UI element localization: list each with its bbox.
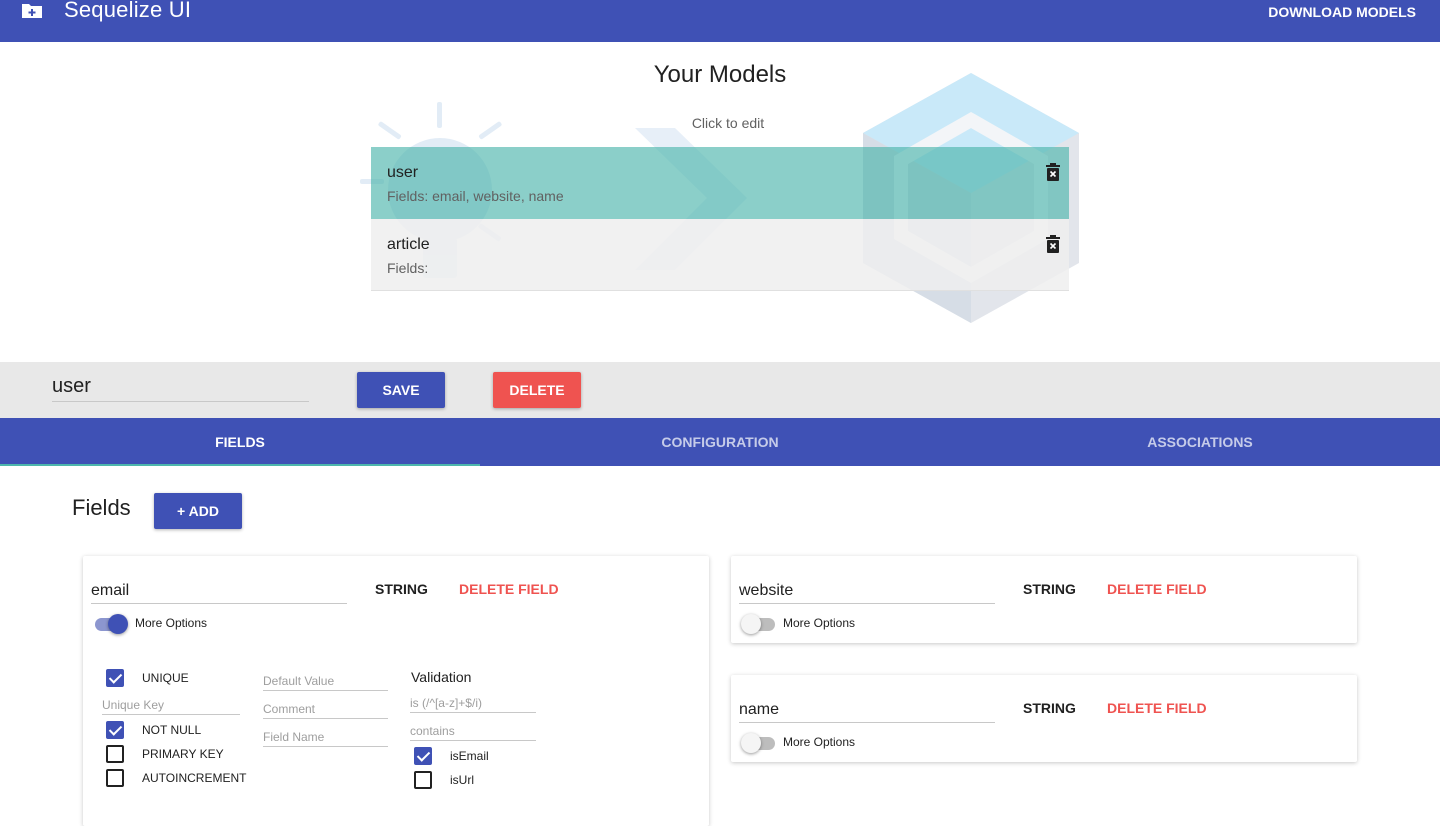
- field-card-website: STRING DELETE FIELD More Options: [731, 556, 1357, 643]
- tab-bar: FIELDS CONFIGURATION ASSOCIATIONS: [0, 418, 1440, 466]
- field-type-select[interactable]: STRING: [375, 581, 428, 597]
- is-email-label: isEmail: [450, 749, 489, 763]
- delete-field-button[interactable]: DELETE FIELD: [459, 581, 559, 597]
- app-title: Sequelize UI: [64, 0, 192, 22]
- model-name-input[interactable]: [52, 372, 309, 402]
- toggle-knob: [741, 733, 761, 753]
- model-item-name: user: [387, 164, 419, 181]
- model-item-name: article: [387, 236, 430, 253]
- toggle-knob: [741, 614, 761, 634]
- more-options-label: More Options: [783, 616, 856, 630]
- unique-label: UNIQUE: [142, 671, 189, 685]
- field-card-name: STRING DELETE FIELD More Options: [731, 675, 1357, 762]
- not-null-label: NOT NULL: [142, 723, 202, 737]
- field-name-input[interactable]: [739, 578, 995, 604]
- is-url-checkbox[interactable]: [414, 771, 432, 789]
- model-edit-bar: SAVE DELETE: [0, 362, 1440, 418]
- add-field-button[interactable]: + ADD: [154, 493, 242, 529]
- tab-configuration[interactable]: CONFIGURATION: [480, 418, 960, 466]
- primary-key-label: PRIMARY KEY: [142, 747, 224, 761]
- delete-field-button[interactable]: DELETE FIELD: [1107, 581, 1207, 597]
- tab-fields[interactable]: FIELDS: [0, 418, 480, 466]
- more-options-label: More Options: [783, 735, 856, 749]
- not-null-checkbox[interactable]: [106, 721, 124, 739]
- tab-associations[interactable]: ASSOCIATIONS: [960, 418, 1440, 466]
- validation-is-input[interactable]: [410, 693, 536, 713]
- field-type-select[interactable]: STRING: [1023, 700, 1076, 716]
- validation-contains-input[interactable]: [410, 721, 536, 741]
- more-options-toggle[interactable]: [741, 614, 777, 634]
- models-heading: Your Models: [653, 61, 787, 88]
- delete-field-button[interactable]: DELETE FIELD: [1107, 700, 1207, 716]
- model-item-article[interactable]: article Fields:: [371, 219, 1069, 291]
- is-email-checkbox[interactable]: [414, 747, 432, 765]
- fields-title: Fields: [72, 495, 131, 520]
- folder-plus-icon[interactable]: [21, 3, 43, 19]
- more-options-toggle[interactable]: [93, 614, 129, 634]
- model-item-user[interactable]: user Fields: email, website, name: [371, 147, 1069, 219]
- model-list: user Fields: email, website, name articl…: [371, 147, 1069, 291]
- more-options-label: More Options: [135, 616, 208, 630]
- model-item-fields: Fields:: [387, 260, 429, 276]
- unique-checkbox[interactable]: [106, 669, 124, 687]
- autoincrement-checkbox[interactable]: [106, 769, 124, 787]
- download-models-button[interactable]: DOWNLOAD MODELS: [1268, 4, 1416, 20]
- field-name-input[interactable]: [739, 697, 995, 723]
- model-item-fields: Fields: email, website, name: [387, 188, 564, 204]
- is-url-label: isUrl: [450, 773, 474, 787]
- field-card-email: STRING DELETE FIELD More Options UNIQUE …: [83, 556, 709, 826]
- delete-button[interactable]: DELETE: [493, 372, 581, 408]
- models-subheading: Click to edit: [691, 115, 765, 131]
- primary-key-checkbox[interactable]: [106, 745, 124, 763]
- app-bar: Sequelize UI DOWNLOAD MODELS: [0, 0, 1440, 42]
- more-options-toggle[interactable]: [741, 733, 777, 753]
- autoincrement-label: AUTOINCREMENT: [142, 771, 247, 785]
- comment-input[interactable]: [263, 699, 388, 719]
- validation-title: Validation: [411, 669, 472, 685]
- field-name-option-input[interactable]: [263, 727, 388, 747]
- field-name-input[interactable]: [91, 578, 347, 604]
- trash-icon[interactable]: [1046, 235, 1060, 253]
- trash-icon[interactable]: [1046, 163, 1060, 181]
- field-type-select[interactable]: STRING: [1023, 581, 1076, 597]
- save-button[interactable]: SAVE: [357, 372, 445, 408]
- default-value-input[interactable]: [263, 671, 388, 691]
- toggle-knob: [108, 614, 128, 634]
- unique-key-input[interactable]: [102, 695, 240, 715]
